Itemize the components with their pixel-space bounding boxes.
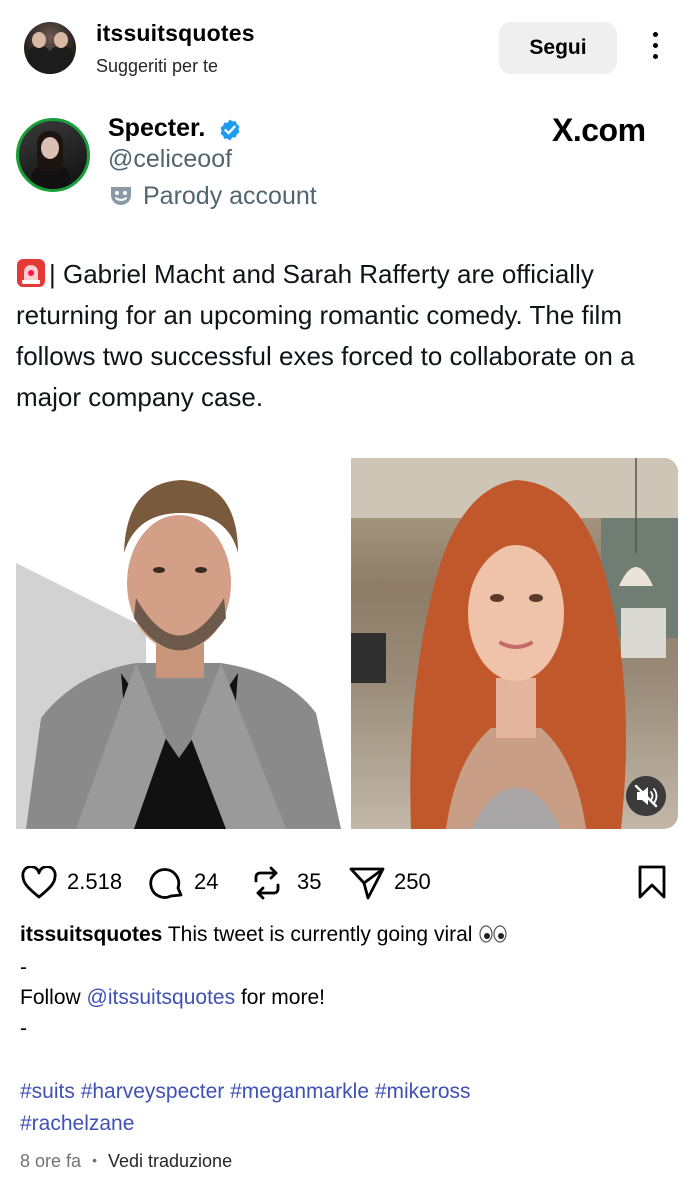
tweet-author-avatar: [16, 118, 90, 192]
caption-follow-suffix: for more!: [240, 986, 325, 1009]
eyes-emoji-icon: [479, 925, 507, 943]
caption-follow-prefix: Follow: [20, 986, 81, 1009]
caption-mention-link[interactable]: @itssuitsquotes: [87, 986, 236, 1009]
caption-dash: -: [20, 956, 27, 979]
tweet-image-gabriel[interactable]: [16, 458, 343, 829]
repost-count: 35: [297, 869, 322, 894]
tweet-handle: @celiceoof: [108, 145, 233, 173]
post-meta: 8 ore fa • Vedi traduzione: [20, 1151, 232, 1172]
caption-username[interactable]: itssuitsquotes: [20, 923, 162, 946]
hashtags-line[interactable]: #suits #harveyspecter #meganmarkle #mike…: [20, 1080, 471, 1104]
comment-count: 24: [194, 869, 219, 894]
siren-emoji-icon: [17, 259, 45, 287]
mute-icon[interactable]: [626, 776, 666, 816]
tweet-display-name: Specter.: [108, 114, 206, 142]
meta-separator: •: [92, 1152, 97, 1168]
caption-follow-line: Follow @itssuitsquotes for more!: [20, 986, 325, 1010]
see-translation-link[interactable]: Vedi traduzione: [108, 1151, 232, 1171]
x-com-logo: X.com: [552, 112, 646, 148]
heart-icon[interactable]: [20, 866, 58, 900]
tweet-text: | Gabriel Macht and Sarah Rafferty are o…: [16, 254, 676, 418]
like-count: 2.518: [67, 869, 123, 894]
more-options-icon[interactable]: [645, 32, 665, 66]
caption-first-line: itssuitsquotes This tweet is currently g…: [20, 923, 508, 947]
post-timestamp: 8 ore fa: [20, 1151, 82, 1171]
share-icon[interactable]: [348, 865, 386, 901]
tweet-image-sarah[interactable]: [351, 458, 678, 829]
bookmark-icon[interactable]: [636, 864, 668, 900]
share-count: 250: [394, 869, 431, 894]
repost-icon[interactable]: [248, 864, 286, 902]
caption-text: This tweet is currently going viral: [167, 923, 473, 946]
parody-mask-icon: [111, 187, 131, 205]
tweet-text-content: | Gabriel Macht and Sarah Rafferty are o…: [16, 259, 635, 412]
profile-avatar[interactable]: [24, 22, 76, 74]
comment-icon[interactable]: [148, 865, 186, 903]
follow-button[interactable]: Segui: [499, 22, 617, 74]
suggested-label: Suggeriti per te: [96, 56, 219, 76]
hashtags-line[interactable]: #rachelzane: [20, 1112, 134, 1136]
caption-dash: -: [20, 1017, 27, 1040]
verified-icon: [220, 119, 240, 141]
post-username[interactable]: itssuitsquotes: [96, 20, 255, 47]
parody-account-label: Parody account: [143, 182, 317, 210]
